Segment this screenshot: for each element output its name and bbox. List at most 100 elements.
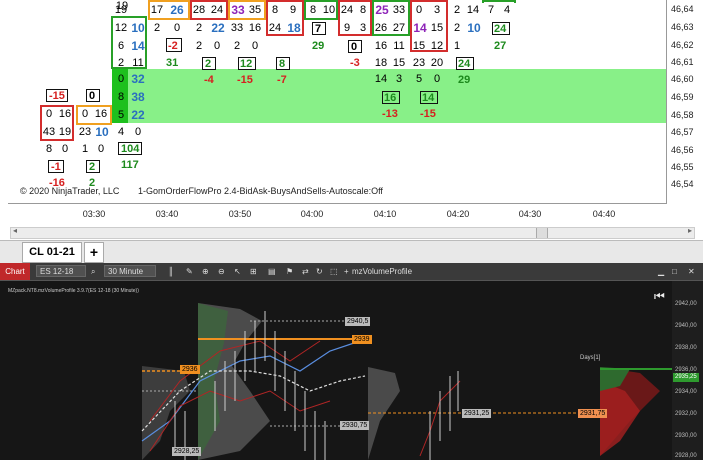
- days-label: Days[1]: [580, 355, 601, 361]
- volume-price-axis[interactable]: 2942,00 2940,00 2938,00 2936,00 2935,25 …: [672, 281, 703, 460]
- scroll-left-icon[interactable]: ◂: [13, 226, 17, 235]
- bid-cell: 28: [192, 4, 206, 16]
- bid-cell: 24: [268, 22, 282, 34]
- delta-value: 27: [494, 40, 507, 52]
- ask-cell: 38: [131, 90, 145, 104]
- chart-title-button[interactable]: Chart: [0, 263, 30, 280]
- zoom-in-icon[interactable]: ⊕: [202, 265, 209, 278]
- time-tick: 04:00: [300, 209, 324, 219]
- ask-cell: 15: [430, 22, 444, 34]
- search-icon[interactable]: ⌕: [91, 265, 95, 278]
- time-tick: 04:20: [446, 209, 470, 219]
- delta-value: 29: [458, 74, 471, 86]
- price-tick: 46,61: [671, 57, 694, 67]
- ask-cell: 8: [359, 4, 367, 16]
- add-indicator-icon[interactable]: +: [344, 265, 349, 278]
- bid-cell: 2: [453, 22, 461, 34]
- ask-cell: 16: [248, 22, 262, 34]
- bid-cell: 33: [231, 3, 245, 17]
- scrollbar-thumb[interactable]: [536, 228, 548, 238]
- drawing-tool-icon[interactable]: ✎: [186, 265, 193, 278]
- bid-cell: 43: [42, 126, 56, 138]
- strategy-icon[interactable]: ⚑: [286, 265, 293, 278]
- bid-cell: 33: [230, 22, 244, 34]
- scroll-right-icon[interactable]: ▸: [688, 226, 692, 235]
- crosshair-icon[interactable]: ⊞: [250, 265, 257, 278]
- ask-cell: 19: [58, 126, 72, 138]
- bid-cell: 16: [374, 40, 388, 52]
- volume-profile-plot[interactable]: MZpack.NT8.mzVolumeProfile 3.9.7(ES 12-1…: [0, 281, 672, 460]
- time-tick: 04:30: [518, 209, 542, 219]
- delta-value: -13: [382, 108, 398, 120]
- indicator-menu-label[interactable]: mzVolumeProfile: [352, 265, 412, 278]
- properties-icon[interactable]: ▤: [268, 265, 276, 278]
- ask-cell: 0: [251, 40, 259, 52]
- bid-cell: 17: [150, 4, 164, 16]
- delta-value: -3: [350, 57, 360, 69]
- delta-box-value: -2: [168, 40, 178, 52]
- add-tab-button[interactable]: +: [84, 242, 104, 263]
- bid-cell: 15: [412, 40, 426, 52]
- level-label: 2936: [180, 365, 200, 374]
- instrument-select[interactable]: ES 12-18: [36, 265, 86, 277]
- ask-cell: 12: [430, 40, 444, 52]
- bid-cell: 23: [412, 57, 426, 69]
- candle-box: [482, 0, 516, 3]
- delta-value: 29: [312, 40, 325, 52]
- zoom-out-icon[interactable]: ⊖: [218, 265, 225, 278]
- bar-style-icon[interactable]: ║: [168, 265, 174, 278]
- delta-box-value: 24: [458, 58, 471, 70]
- ask-cell: 32: [131, 72, 145, 86]
- interval-select[interactable]: 30 Minute: [104, 265, 156, 277]
- ask-cell: 10: [95, 125, 109, 139]
- level-label: 2930,75: [340, 421, 370, 430]
- ask-cell: 16: [94, 108, 108, 120]
- ask-cell: 0: [134, 126, 142, 138]
- price-tick: 46,62: [671, 40, 694, 50]
- indicator-header: MZpack.NT8.mzVolumeProfile 3.9.7(ES 12-1…: [8, 288, 139, 294]
- template-icon[interactable]: ⬚: [330, 265, 338, 278]
- price-tick: 46,55: [671, 162, 694, 172]
- delta-value: -7: [277, 74, 287, 86]
- pointer-icon[interactable]: ↖: [234, 265, 241, 278]
- chart-toolbar: Chart ES 12-18 ⌕ 30 Minute ║ ✎ ⊕ ⊖ ↖ ⊞ ▤…: [0, 263, 703, 281]
- level-label: 2928,25: [172, 447, 202, 456]
- ask-cell: 33: [392, 4, 406, 16]
- price-tick: 46,56: [671, 145, 694, 155]
- price-tick: 46,63: [671, 22, 694, 32]
- bid-cell: 23: [78, 126, 92, 138]
- ask-cell: 4: [503, 4, 511, 16]
- ask-cell: 27: [392, 22, 406, 34]
- copyright-text: © 2020 NinjaTrader, LLC: [20, 186, 120, 196]
- delta-box-value: 104: [121, 143, 140, 155]
- bid-cell: 0: [81, 108, 89, 120]
- indicator-icon[interactable]: ⇄: [302, 265, 309, 278]
- maximize-icon[interactable]: □: [672, 265, 677, 278]
- bid-cell: 5: [415, 73, 423, 85]
- time-tick: 04:10: [373, 209, 397, 219]
- ask-cell: 11: [132, 57, 144, 69]
- minimize-icon[interactable]: ▁: [658, 265, 664, 278]
- ask-cell: 18: [287, 21, 301, 35]
- ask-cell: 3: [433, 4, 441, 16]
- bid-cell: 24: [340, 4, 354, 16]
- ask-cell: 15: [392, 57, 406, 69]
- close-icon[interactable]: ✕: [688, 265, 695, 278]
- delta-box-value: 0: [351, 41, 358, 53]
- volume-profile-chart-panel: Chart ES 12-18 ⌕ 30 Minute ║ ✎ ⊕ ⊖ ↖ ⊞ ▤…: [0, 263, 703, 460]
- price-axis[interactable]: 46,64 46,63 46,62 46,61 46,60 46,59 46,5…: [667, 0, 703, 203]
- price-tick: 2940,00: [675, 323, 697, 329]
- ask-cell: 0: [433, 73, 441, 85]
- order-flow-plot-area[interactable]: 19 12 6 2 0 8 5 4 10 14 11 32 38 22 0 10…: [8, 0, 667, 204]
- time-axis[interactable]: 03:30 03:40 03:50 04:00 04:10 04:20 04:3…: [8, 203, 666, 225]
- bid-cell: 6: [117, 40, 125, 52]
- delta-box-value: 2: [205, 58, 212, 70]
- ask-cell: 0: [97, 143, 105, 155]
- ask-cell: 22: [131, 108, 145, 122]
- reload-icon[interactable]: ↻: [316, 265, 323, 278]
- jump-to-start-icon[interactable]: ⏮: [654, 289, 665, 304]
- time-tick: 04:40: [592, 209, 616, 219]
- delta-box-value: -15: [49, 90, 65, 102]
- horizontal-scrollbar[interactable]: ◂ ▸: [10, 226, 695, 239]
- tab-cl-01-21[interactable]: CL 01-21: [22, 242, 82, 263]
